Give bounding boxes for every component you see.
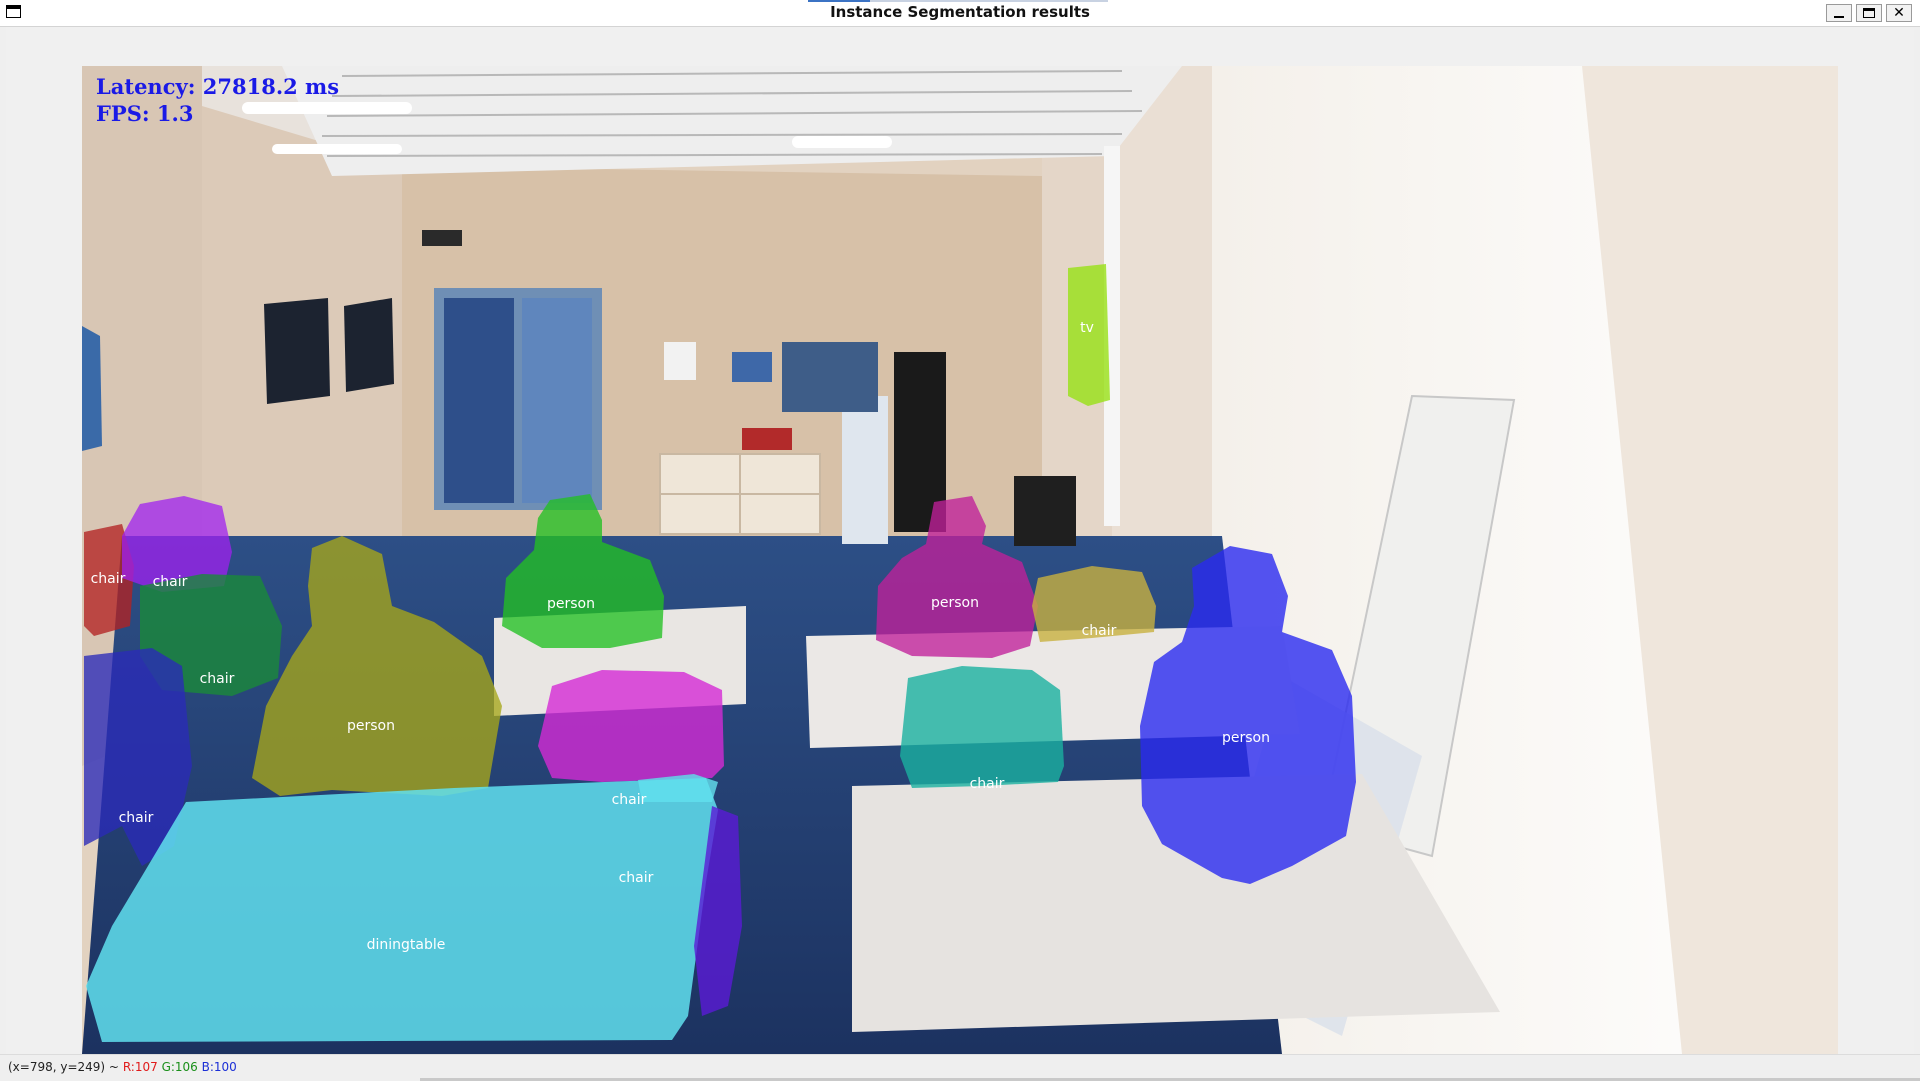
title-accent-bar — [808, 0, 1108, 2]
minimize-button[interactable] — [1826, 4, 1852, 22]
pixel-blue-value: B:100 — [201, 1060, 237, 1074]
label-chair-magenta: chair — [612, 792, 647, 808]
label-person-green: person — [547, 596, 595, 612]
label-chair-navy: chair — [119, 810, 154, 826]
pixel-red-value: R:107 — [122, 1060, 158, 1074]
label-chair-khaki: chair — [1082, 623, 1117, 639]
pixel-green-value: G:106 — [161, 1060, 198, 1074]
label-chair-red: chair — [91, 571, 126, 587]
label-chair-purple: chair — [153, 574, 188, 590]
label-person-magenta: person — [931, 595, 979, 611]
segment-diningtable — [86, 778, 718, 1042]
maximize-button[interactable] — [1856, 4, 1882, 22]
close-button[interactable]: ✕ — [1886, 4, 1912, 22]
window-title: Instance Segmentation results — [830, 3, 1090, 21]
segmentation-image[interactable]: chair chair chair chair person person ch… — [82, 66, 1838, 1054]
minimize-icon — [1834, 16, 1844, 18]
label-chair-teal: chair — [970, 776, 1005, 792]
label-tv: tv — [1080, 320, 1094, 336]
window-titlebar[interactable]: Instance Segmentation results ✕ — [0, 0, 1920, 27]
latency-text: Latency: 27818.2 ms — [96, 74, 339, 99]
cursor-coordinates: (x=798, y=249) ~ — [8, 1060, 119, 1074]
segment-chair-teal — [900, 666, 1064, 788]
label-diningtable: diningtable — [367, 937, 446, 953]
label-chair-cyan-small: chair — [619, 870, 654, 886]
fps-text: FPS: 1.3 — [96, 101, 193, 126]
pixel-info: (x=798, y=249) ~ R:107 G:106 B:100 — [8, 1060, 237, 1074]
label-person-blue: person — [1222, 730, 1270, 746]
segment-chair-magenta — [538, 670, 724, 782]
label-person-olive: person — [347, 718, 395, 734]
maximize-icon — [1863, 8, 1875, 18]
status-bar: (x=798, y=249) ~ R:107 G:106 B:100 — [0, 1054, 1920, 1081]
label-chair-green: chair — [200, 671, 235, 687]
